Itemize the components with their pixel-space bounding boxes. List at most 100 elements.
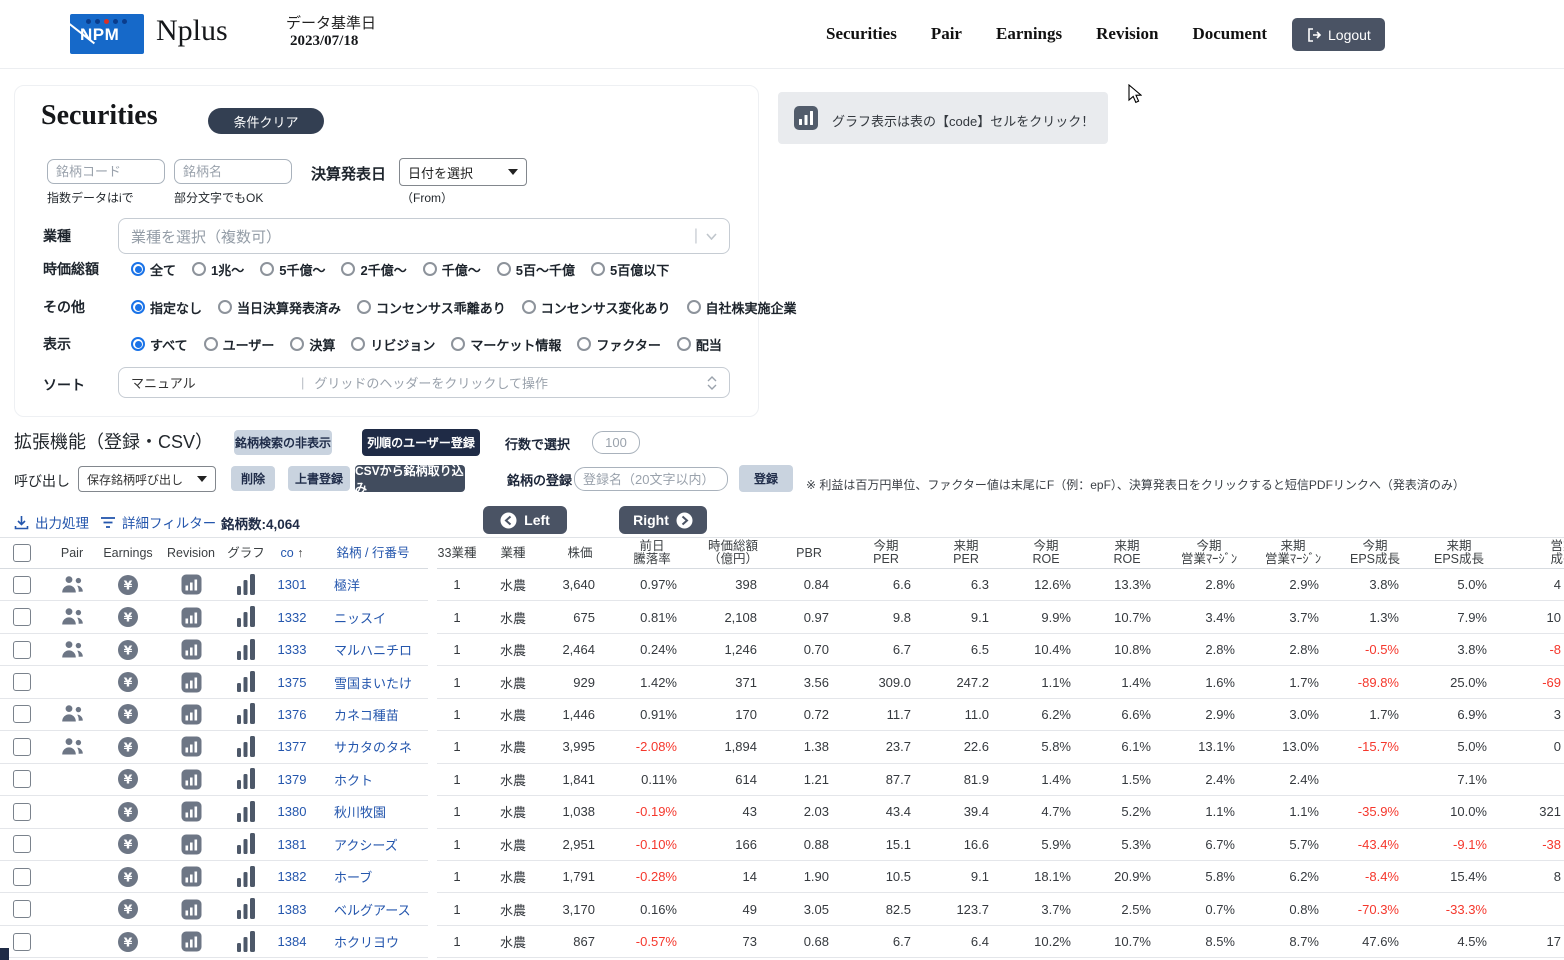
radio-icon[interactable] bbox=[218, 300, 232, 314]
pair-cell[interactable] bbox=[44, 607, 100, 627]
graph-cell[interactable] bbox=[226, 703, 266, 725]
code-cell[interactable]: 1375 bbox=[266, 675, 318, 690]
radio-option[interactable]: 千億～ bbox=[423, 260, 481, 279]
column-header[interactable]: 時価総額（億円） bbox=[693, 540, 773, 566]
graph-cell[interactable] bbox=[226, 736, 266, 758]
graph-cell[interactable] bbox=[226, 606, 266, 628]
name-cell[interactable]: マルハニチロ bbox=[318, 640, 428, 659]
column-header[interactable]: 今期営業ﾏｰｼﾞﾝ bbox=[1167, 540, 1251, 566]
name-cell[interactable]: 極洋 bbox=[318, 575, 428, 594]
radio-icon[interactable] bbox=[357, 300, 371, 314]
earnings-cell[interactable]: ¥ bbox=[100, 931, 156, 953]
earnings-cell[interactable]: ¥ bbox=[100, 671, 156, 693]
row-checkbox[interactable] bbox=[13, 933, 31, 951]
radio-option[interactable]: コンセンサス変化あり bbox=[522, 298, 671, 317]
revision-cell[interactable] bbox=[156, 801, 226, 822]
revision-cell[interactable] bbox=[156, 704, 226, 725]
radio-option[interactable]: マーケット情報 bbox=[451, 335, 561, 354]
earnings-cell[interactable]: ¥ bbox=[100, 768, 156, 790]
radio-icon[interactable] bbox=[204, 337, 218, 351]
radio-option[interactable]: 配当 bbox=[677, 335, 722, 354]
earnings-cell[interactable]: ¥ bbox=[100, 866, 156, 888]
name-cell[interactable]: サカタのタネ bbox=[318, 737, 428, 756]
graph-cell[interactable] bbox=[226, 931, 266, 953]
radio-option[interactable]: 2千億～ bbox=[341, 260, 406, 279]
earnings-cell[interactable]: ¥ bbox=[100, 801, 156, 823]
column-header[interactable]: 前日騰落率 bbox=[611, 540, 693, 566]
column-header[interactable]: 33業種 bbox=[437, 547, 477, 560]
clear-conditions-button[interactable]: 条件クリア bbox=[208, 108, 324, 134]
column-header-code[interactable]: co ↑ bbox=[266, 547, 318, 560]
name-cell[interactable]: ニッスイ bbox=[318, 608, 428, 627]
csv-import-button[interactable]: CSVから銘柄取り込み bbox=[355, 465, 465, 492]
row-checkbox[interactable] bbox=[13, 803, 31, 821]
column-header[interactable]: 来期EPS成長 bbox=[1415, 540, 1503, 566]
code-cell[interactable]: 1333 bbox=[266, 642, 318, 657]
nav-item-pair[interactable]: Pair bbox=[931, 24, 962, 44]
radio-option[interactable]: 決算 bbox=[290, 335, 335, 354]
scroll-right-button[interactable]: Right bbox=[619, 506, 707, 534]
earnings-cell[interactable]: ¥ bbox=[100, 833, 156, 855]
register-name-input[interactable] bbox=[574, 467, 728, 491]
revision-cell[interactable] bbox=[156, 834, 226, 855]
column-header[interactable]: 来期PER bbox=[927, 540, 1005, 566]
radio-icon[interactable] bbox=[522, 300, 536, 314]
row-checkbox[interactable] bbox=[13, 835, 31, 853]
code-cell[interactable]: 1381 bbox=[266, 837, 318, 852]
radio-icon[interactable] bbox=[497, 262, 511, 276]
scrollbar-fragment[interactable] bbox=[0, 948, 9, 960]
radio-icon[interactable] bbox=[351, 337, 365, 351]
radio-option[interactable]: 5千億～ bbox=[260, 260, 325, 279]
code-cell[interactable]: 1379 bbox=[266, 772, 318, 787]
name-cell[interactable]: カネコ種苗 bbox=[318, 705, 428, 724]
column-header[interactable]: 今期ROE bbox=[1005, 540, 1087, 566]
revision-cell[interactable] bbox=[156, 866, 226, 887]
pair-cell[interactable] bbox=[44, 640, 100, 660]
radio-icon[interactable] bbox=[131, 262, 145, 276]
row-checkbox[interactable] bbox=[13, 673, 31, 691]
radio-option[interactable]: リビジョン bbox=[351, 335, 435, 354]
radio-option[interactable]: 1兆～ bbox=[192, 260, 244, 279]
name-cell[interactable]: ホクリヨウ bbox=[318, 932, 428, 951]
stock-code-input[interactable] bbox=[47, 159, 165, 184]
row-checkbox[interactable] bbox=[13, 868, 31, 886]
radio-option[interactable]: コンセンサス乖離あり bbox=[357, 298, 506, 317]
revision-cell[interactable] bbox=[156, 574, 226, 595]
radio-icon[interactable] bbox=[341, 262, 355, 276]
revision-cell[interactable] bbox=[156, 931, 226, 952]
radio-option[interactable]: ファクター bbox=[577, 335, 660, 354]
graph-cell[interactable] bbox=[226, 866, 266, 888]
radio-icon[interactable] bbox=[591, 262, 605, 276]
industry-select[interactable]: 業種を選択（複数可） | bbox=[118, 218, 730, 254]
graph-cell[interactable] bbox=[226, 801, 266, 823]
name-cell[interactable]: ホクト bbox=[318, 770, 428, 789]
code-cell[interactable]: 1380 bbox=[266, 804, 318, 819]
radio-icon[interactable] bbox=[451, 337, 465, 351]
select-all-checkbox[interactable] bbox=[13, 544, 31, 562]
earnings-date-select[interactable]: 日付を選択 bbox=[399, 158, 527, 186]
name-cell[interactable]: ベルグアース bbox=[318, 900, 428, 919]
column-header[interactable]: 今期PER bbox=[845, 540, 927, 566]
column-header[interactable]: 株価 bbox=[549, 547, 611, 560]
code-cell[interactable]: 1332 bbox=[266, 610, 318, 625]
column-header[interactable]: 今期EPS成長 bbox=[1335, 540, 1415, 566]
earnings-cell[interactable]: ¥ bbox=[100, 574, 156, 596]
column-header-pair[interactable]: Pair bbox=[44, 547, 100, 560]
column-header[interactable]: PBR bbox=[773, 547, 845, 560]
radio-option[interactable]: 5百億以下 bbox=[591, 260, 669, 279]
pair-cell[interactable] bbox=[44, 575, 100, 595]
name-cell[interactable]: アクシーズ bbox=[318, 835, 428, 854]
column-header-name[interactable]: 銘柄 / 行番号 bbox=[318, 547, 428, 560]
pair-cell[interactable] bbox=[44, 704, 100, 724]
row-checkbox[interactable] bbox=[13, 608, 31, 626]
nav-item-revision[interactable]: Revision bbox=[1096, 24, 1158, 44]
column-order-register-button[interactable]: 列順のユーザー登録 bbox=[362, 429, 480, 456]
revision-cell[interactable] bbox=[156, 769, 226, 790]
earnings-cell[interactable]: ¥ bbox=[100, 639, 156, 661]
overwrite-button[interactable]: 上書登録 bbox=[288, 466, 350, 491]
graph-cell[interactable] bbox=[226, 639, 266, 661]
graph-cell[interactable] bbox=[226, 671, 266, 693]
graph-cell[interactable] bbox=[226, 574, 266, 596]
logout-button[interactable]: Logout bbox=[1292, 18, 1385, 51]
row-checkbox[interactable] bbox=[13, 641, 31, 659]
